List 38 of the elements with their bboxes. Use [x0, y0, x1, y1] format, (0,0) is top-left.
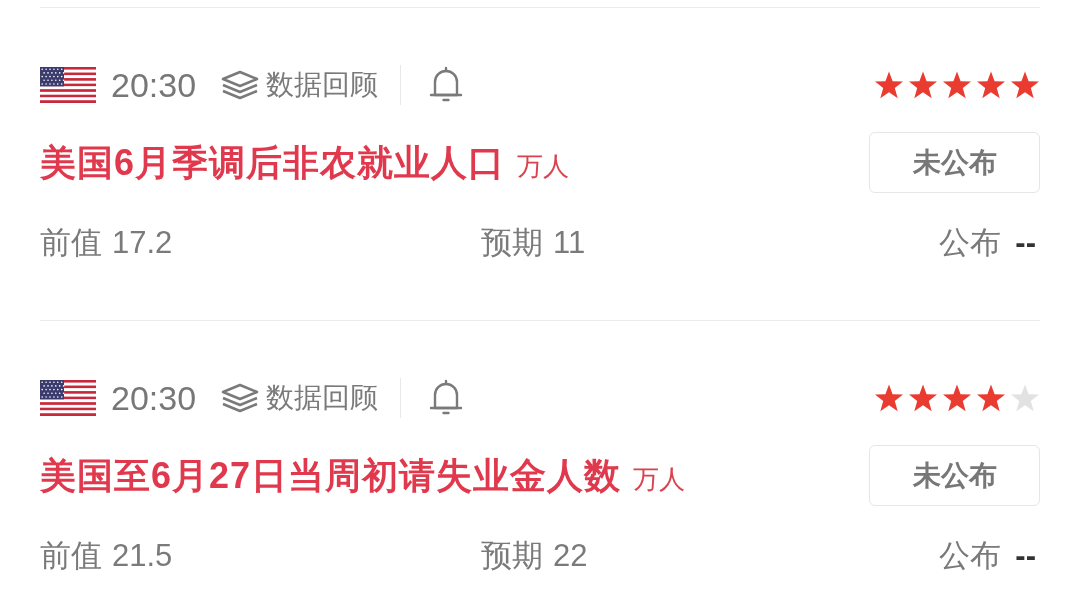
event-time: 20:30	[111, 65, 197, 105]
us-flag-icon	[40, 67, 96, 103]
event-time: 20:30	[111, 378, 197, 418]
filled-star-icon	[874, 383, 904, 413]
bell-icon[interactable]	[429, 379, 464, 417]
event-unit: 万人	[517, 149, 570, 182]
stat-value: 21.5	[112, 538, 173, 574]
filled-star-icon	[908, 70, 938, 100]
stat-value: --	[1015, 538, 1036, 574]
stat-label: 前值	[40, 225, 102, 261]
stat-label: 预期	[481, 225, 543, 261]
event-title: 美国6月季调后非农就业人口	[40, 140, 506, 185]
stat-value: 17.2	[112, 225, 173, 261]
data-review-button[interactable]: 数据回顾	[221, 67, 379, 103]
filled-star-icon	[874, 70, 904, 100]
stat-value: 22	[553, 538, 588, 574]
status-button[interactable]: 未公布	[869, 445, 1040, 506]
status-button[interactable]: 未公布	[869, 132, 1040, 193]
filled-star-icon	[1010, 70, 1040, 100]
filled-star-icon	[976, 383, 1006, 413]
stat-label: 公布	[939, 225, 1002, 261]
stat-label: 预期	[481, 538, 543, 574]
us-flag-icon	[40, 380, 96, 416]
stat-label: 前值	[40, 538, 102, 574]
layers-icon	[221, 70, 260, 100]
event-unit: 万人	[633, 462, 686, 495]
bell-icon[interactable]	[429, 66, 464, 104]
filled-star-icon	[976, 70, 1006, 100]
filled-star-icon	[942, 70, 972, 100]
event-title: 美国至6月27日当周初请失业金人数	[40, 453, 622, 498]
layers-icon	[221, 383, 260, 413]
empty-star-icon	[1010, 383, 1040, 413]
filled-star-icon	[942, 383, 972, 413]
stat-value: --	[1015, 225, 1036, 261]
filled-star-icon	[908, 383, 938, 413]
stat-label: 公布	[939, 538, 1002, 574]
stat-value: 11	[553, 225, 586, 261]
data-review-button[interactable]: 数据回顾	[221, 380, 379, 416]
